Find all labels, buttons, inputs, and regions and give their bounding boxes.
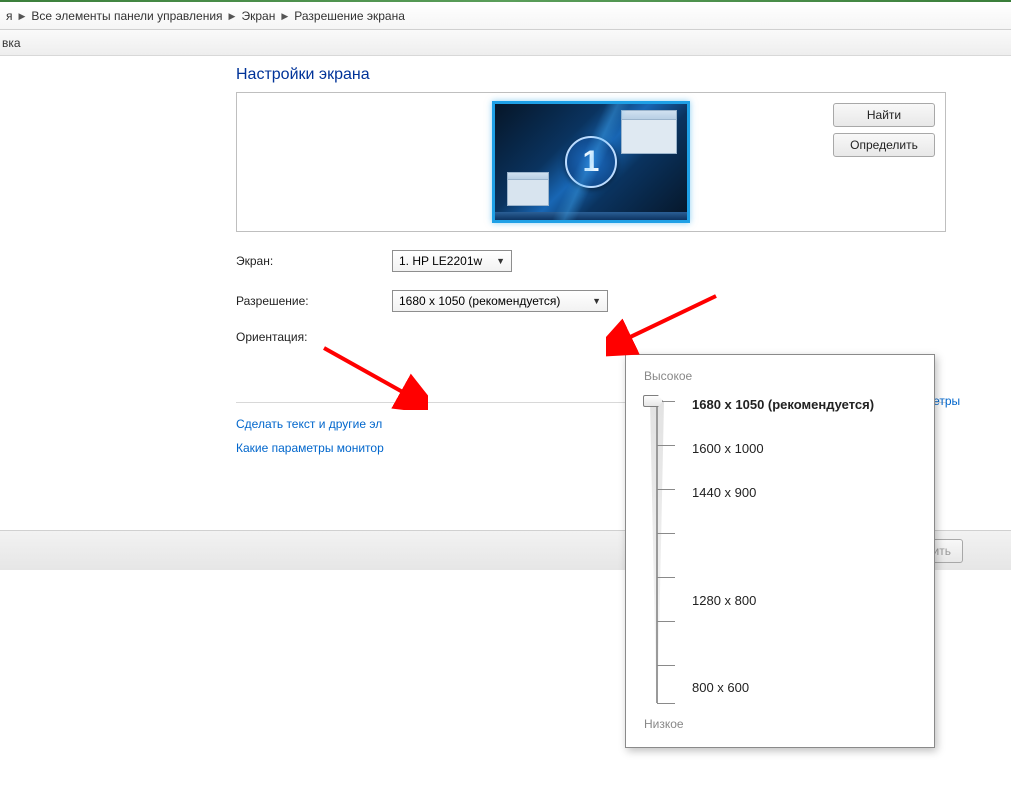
resolution-label: Разрешение:	[236, 294, 392, 308]
breadcrumb-display[interactable]: Экран	[237, 9, 279, 23]
resolution-high-label: Высокое	[644, 369, 916, 383]
chevron-down-icon: ▼	[496, 256, 505, 266]
screen-dropdown[interactable]: 1. HP LE2201w ▼	[392, 250, 512, 272]
chevron-right-icon: ▶	[279, 11, 290, 22]
chevron-right-icon: ▶	[227, 11, 238, 22]
page-title: Настройки экрана	[236, 66, 1011, 84]
slider-track	[656, 401, 658, 703]
display-preview-box: 1 Найти Определить	[236, 92, 946, 232]
breadcrumb: я ▶ Все элементы панели управления ▶ Экр…	[0, 2, 1011, 30]
resolution-option[interactable]: 1680 x 1050 (рекомендуется)	[692, 397, 874, 412]
orientation-label: Ориентация:	[236, 330, 392, 344]
chevron-right-icon: ▶	[17, 11, 28, 22]
monitor-number-badge: 1	[565, 136, 617, 188]
resolution-slider[interactable]	[646, 401, 668, 703]
breadcrumb-root[interactable]: я	[2, 9, 17, 23]
thumb-window-icon	[507, 172, 549, 206]
resolution-option[interactable]: 1280 x 800	[692, 593, 756, 608]
tabstrip: вка	[0, 30, 1011, 56]
find-button[interactable]: Найти	[833, 103, 935, 127]
resolution-low-label: Низкое	[644, 717, 684, 731]
breadcrumb-control-panel[interactable]: Все элементы панели управления	[27, 9, 226, 23]
resolution-popup[interactable]: Высокое 1680 x 1050 (рекомендуется) 1600…	[625, 354, 935, 748]
detect-button[interactable]: Определить	[833, 133, 935, 157]
resolution-option[interactable]: 1440 x 900	[692, 485, 756, 500]
resolution-dropdown-value: 1680 x 1050 (рекомендуется)	[399, 294, 582, 308]
resolution-dropdown[interactable]: 1680 x 1050 (рекомендуется) ▼	[392, 290, 608, 312]
thumb-taskbar-icon	[495, 212, 687, 220]
tab-label: вка	[2, 36, 21, 50]
resolution-option[interactable]: 800 x 600	[692, 680, 749, 695]
resolution-option[interactable]: 1600 x 1000	[692, 441, 764, 456]
screen-dropdown-value: 1. HP LE2201w	[399, 254, 486, 268]
monitor-thumbnail[interactable]: 1	[492, 101, 690, 223]
screen-label: Экран:	[236, 254, 392, 268]
breadcrumb-resolution[interactable]: Разрешение экрана	[290, 9, 409, 23]
chevron-down-icon: ▼	[592, 296, 601, 306]
thumb-window-icon	[621, 110, 677, 154]
